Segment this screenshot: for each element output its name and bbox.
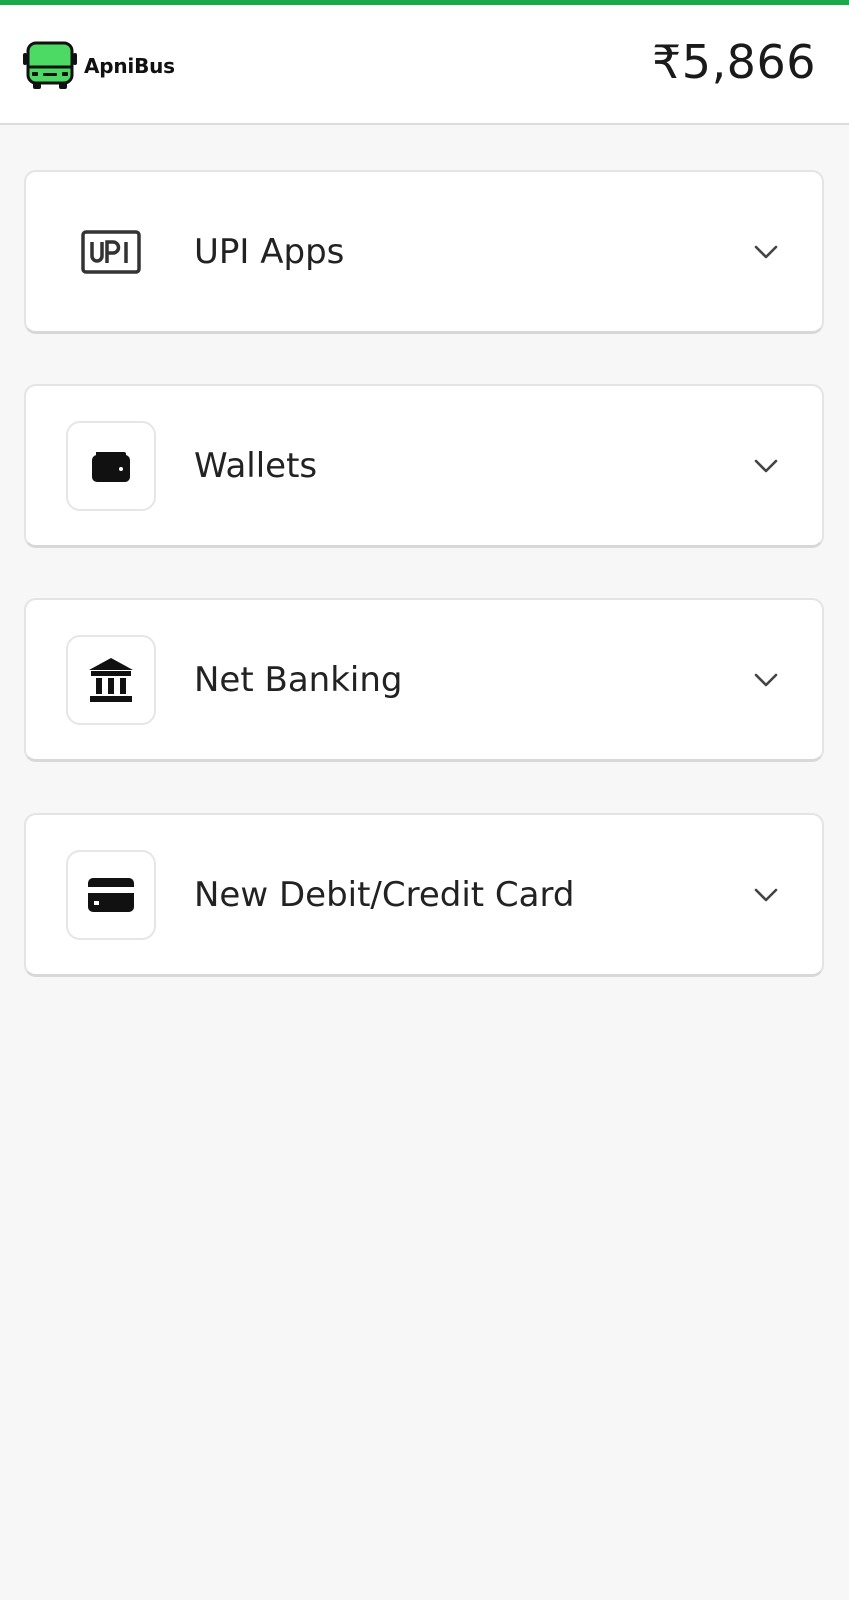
option-label-wallets: Wallets — [194, 446, 318, 486]
payment-option-wallets[interactable]: Wallets — [24, 384, 824, 548]
total-amount: ₹5,866 — [652, 35, 816, 89]
payment-option-upi[interactable]: UPI Apps — [24, 170, 824, 334]
brand-logo: ApniBus — [22, 41, 175, 91]
upi-icon — [81, 230, 141, 274]
wallet-icon-container — [66, 421, 156, 511]
card-icon-container — [66, 850, 156, 940]
credit-card-icon — [88, 878, 134, 912]
chevron-down-icon[interactable] — [752, 452, 780, 480]
brand-name: ApniBus — [84, 54, 175, 78]
chevron-down-icon[interactable] — [752, 666, 780, 694]
option-label-upi: UPI Apps — [194, 232, 345, 272]
payment-option-card[interactable]: New Debit/Credit Card — [24, 813, 824, 977]
payment-option-net-banking[interactable]: Net Banking — [24, 598, 824, 762]
app-header: ApniBus ₹5,866 — [0, 5, 849, 125]
wallet-icon — [92, 452, 130, 482]
option-label-net-banking: Net Banking — [194, 660, 403, 700]
upi-icon-container — [66, 207, 156, 297]
chevron-down-icon[interactable] — [752, 238, 780, 266]
chevron-down-icon[interactable] — [752, 881, 780, 909]
bank-icon-container — [66, 635, 156, 725]
bank-icon — [89, 658, 133, 702]
bus-icon — [23, 41, 77, 89]
option-label-card: New Debit/Credit Card — [194, 875, 575, 915]
